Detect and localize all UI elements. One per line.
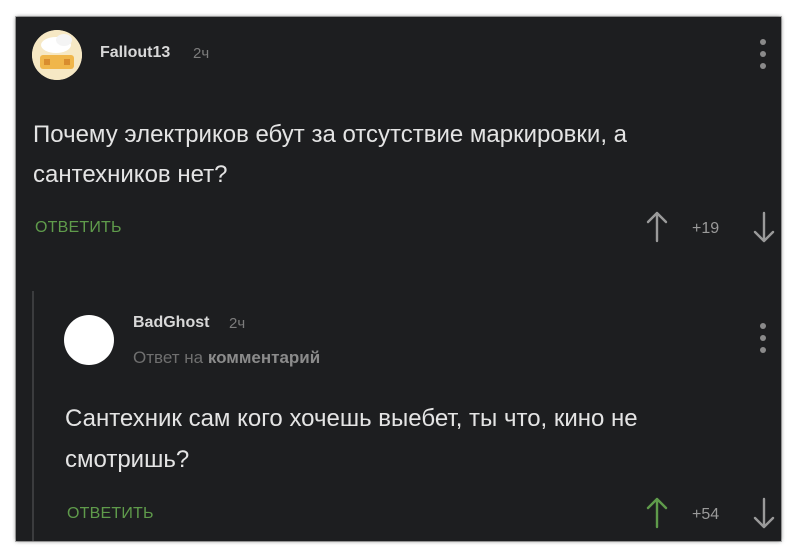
reply-username[interactable]: BadGhost	[133, 314, 209, 332]
reply-text-line-1: Сантехник сам кого хочешь выебет, ты что…	[65, 405, 638, 432]
arrow-down-icon[interactable]	[753, 211, 775, 243]
arrow-up-icon[interactable]	[646, 497, 668, 529]
more-vertical-icon[interactable]	[759, 323, 767, 353]
avatar[interactable]	[32, 30, 82, 80]
rating-value: +54	[692, 506, 720, 523]
comment-text-line-2: сантехников нет?	[33, 161, 228, 188]
reply-button[interactable]: ОТВЕТИТЬ	[35, 219, 122, 237]
comment-time: 2ч	[193, 45, 210, 62]
avatar[interactable]	[64, 315, 114, 365]
arrow-up-icon[interactable]	[646, 211, 668, 243]
arrow-down-icon[interactable]	[753, 497, 775, 529]
comment-text-line-1: Почему электриков ебут за отсутствие мар…	[33, 121, 628, 148]
reply-time: 2ч	[229, 315, 246, 332]
rating-value: +19	[692, 220, 720, 237]
more-vertical-icon[interactable]	[759, 39, 767, 69]
comments-panel: Fallout13 2ч Почему электриков ебут за о…	[16, 17, 781, 541]
reply-to-info: Ответ на комментарий	[133, 348, 320, 368]
reply-text-line-2: смотришь?	[65, 446, 190, 473]
reply-to-prefix: Ответ на	[133, 348, 204, 367]
thread-line[interactable]	[32, 291, 34, 541]
reply-button[interactable]: ОТВЕТИТЬ	[67, 505, 154, 523]
comment-username[interactable]: Fallout13	[100, 44, 170, 62]
reply-to-link[interactable]: комментарий	[208, 348, 320, 367]
